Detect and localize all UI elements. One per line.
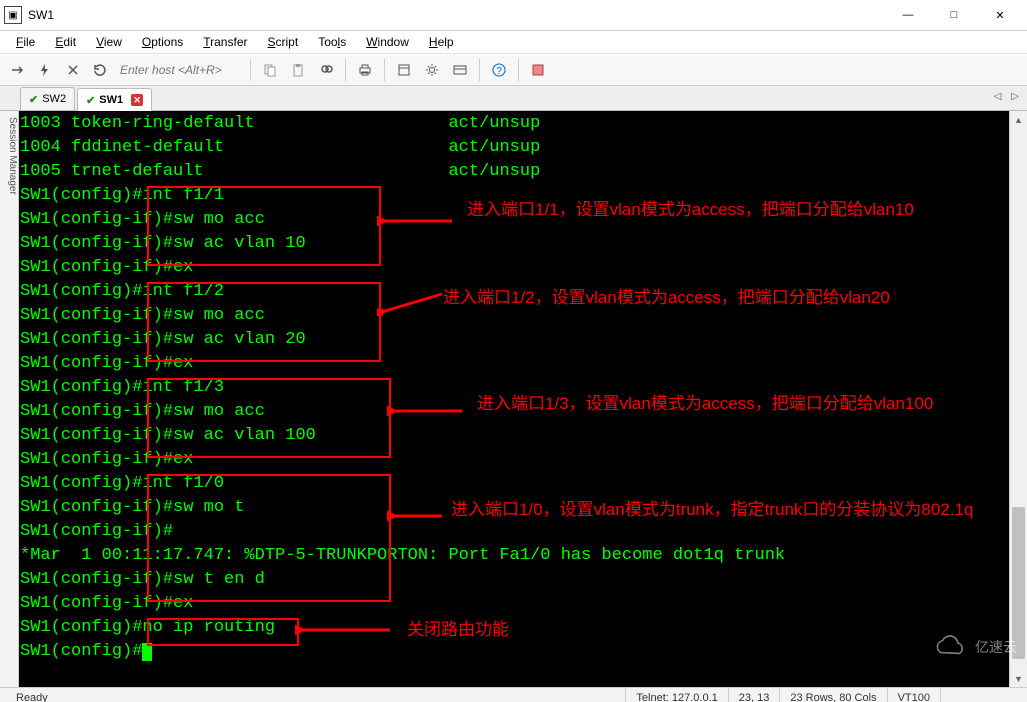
term-line: SW1(config-if)#sw t en d	[20, 570, 265, 589]
session-manager-tab[interactable]: Session Manager	[0, 111, 19, 687]
titlebar: ▣ SW1 — □ ✕	[0, 0, 1027, 31]
term-line: 1005 trnet-default act/unsup	[20, 162, 540, 181]
workspace: Session Manager 1003 token-ring-default …	[0, 111, 1027, 687]
term-line: SW1(config-if)#sw mo acc	[20, 306, 265, 325]
status-cursor-pos: 23, 13	[728, 688, 780, 702]
scroll-thumb[interactable]	[1012, 507, 1025, 659]
app-icon: ▣	[4, 6, 22, 24]
status-empty	[940, 688, 1021, 702]
menu-tools[interactable]: Tools	[310, 33, 354, 51]
print-icon[interactable]	[352, 57, 378, 83]
toolbar-separator	[250, 59, 251, 81]
maximize-button[interactable]: □	[931, 0, 977, 30]
menu-window[interactable]: Window	[358, 33, 417, 51]
scroll-down-icon[interactable]: ▼	[1010, 670, 1027, 687]
close-tab-icon[interactable]: ✕	[131, 94, 143, 106]
statusbar: Ready Telnet: 127.0.0.1 23, 13 23 Rows, …	[0, 687, 1027, 702]
quick-connect-icon[interactable]	[32, 57, 58, 83]
term-line: SW1(config-if)#	[20, 522, 173, 541]
check-icon: ✔	[29, 93, 38, 106]
sessions-icon[interactable]	[447, 57, 473, 83]
scroll-up-icon[interactable]: ▲	[1010, 111, 1027, 128]
status-terminal-type: VT100	[887, 688, 940, 702]
status-ready: Ready	[6, 688, 58, 702]
toolbar-separator	[345, 59, 346, 81]
term-line: 1004 fddinet-default act/unsup	[20, 138, 540, 157]
toolbar-separator	[384, 59, 385, 81]
reconnect-all-icon[interactable]	[88, 57, 114, 83]
tabbar: ✔ SW2 ✔ SW1 ✕ ◁ ▷	[0, 86, 1027, 111]
term-line: SW1(config-if)#sw ac vlan 10	[20, 234, 306, 253]
term-line: SW1(config)#int f1/1	[20, 186, 224, 205]
menu-transfer[interactable]: Transfer	[195, 33, 255, 51]
menu-file[interactable]: File	[8, 33, 43, 51]
term-line: SW1(config)#	[20, 642, 142, 661]
status-dimensions: 23 Rows, 80 Cols	[779, 688, 886, 702]
menu-script[interactable]: Script	[260, 33, 307, 51]
scroll-track[interactable]	[1010, 128, 1027, 670]
tab-sw2[interactable]: ✔ SW2	[20, 87, 75, 110]
settings-icon[interactable]	[419, 57, 445, 83]
toggle-icon[interactable]	[525, 57, 551, 83]
term-line: SW1(config-if)#sw mo t	[20, 498, 244, 517]
check-icon: ✔	[86, 94, 95, 107]
tab-next-icon[interactable]: ▷	[1007, 89, 1023, 104]
toolbar-separator	[518, 59, 519, 81]
toolbar-separator	[479, 59, 480, 81]
scrollbar[interactable]: ▲ ▼	[1009, 111, 1027, 687]
term-line: SW1(config-if)#ex	[20, 450, 193, 469]
term-line: 1003 token-ring-default act/unsup	[20, 114, 540, 133]
menu-edit[interactable]: Edit	[47, 33, 84, 51]
term-line: *Mar 1 00:11:17.747: %DTP-5-TRUNKPORTON:…	[20, 546, 785, 565]
term-line: SW1(config-if)#sw mo acc	[20, 402, 265, 421]
tab-sw1[interactable]: ✔ SW1 ✕	[77, 88, 152, 111]
term-line: SW1(config)#int f1/0	[20, 474, 224, 493]
term-line: SW1(config)#no ip routing	[20, 618, 275, 637]
menu-help[interactable]: Help	[421, 33, 462, 51]
terminal-area[interactable]: 1003 token-ring-default act/unsup 1004 f…	[19, 111, 1027, 687]
window-title: SW1	[28, 8, 885, 22]
help-icon[interactable]: ?	[486, 57, 512, 83]
term-line: SW1(config)#int f1/2	[20, 282, 224, 301]
term-line: SW1(config-if)#ex	[20, 354, 193, 373]
tab-prev-icon[interactable]: ◁	[990, 89, 1006, 104]
term-line: SW1(config-if)#ex	[20, 258, 193, 277]
host-input[interactable]	[116, 60, 244, 80]
term-line: SW1(config-if)#sw ac vlan 20	[20, 330, 306, 349]
svg-text:?: ?	[496, 66, 502, 77]
status-connection: Telnet: 127.0.0.1	[625, 688, 727, 702]
window-buttons: — □ ✕	[885, 0, 1023, 30]
term-line: SW1(config-if)#ex	[20, 594, 193, 613]
term-line: SW1(config-if)#sw ac vlan 100	[20, 426, 316, 445]
tab-navigation: ◁ ▷	[990, 89, 1023, 104]
menu-view[interactable]: View	[88, 33, 130, 51]
find-icon[interactable]	[313, 57, 339, 83]
reconnect-icon[interactable]	[4, 57, 30, 83]
terminal-output: 1003 token-ring-default act/unsup 1004 f…	[19, 111, 1027, 665]
menu-options[interactable]: Options	[134, 33, 191, 51]
term-line: SW1(config)#int f1/3	[20, 378, 224, 397]
tab-label: SW2	[42, 93, 66, 105]
copy-icon[interactable]	[257, 57, 283, 83]
properties-icon[interactable]	[391, 57, 417, 83]
menubar: File Edit View Options Transfer Script T…	[0, 31, 1027, 54]
disconnect-icon[interactable]	[60, 57, 86, 83]
close-button[interactable]: ✕	[977, 0, 1023, 30]
paste-icon[interactable]	[285, 57, 311, 83]
toolbar: ?	[0, 54, 1027, 86]
tab-label: SW1	[99, 94, 123, 106]
term-line: SW1(config-if)#sw mo acc	[20, 210, 265, 229]
terminal-cursor	[142, 643, 152, 661]
minimize-button[interactable]: —	[885, 0, 931, 30]
